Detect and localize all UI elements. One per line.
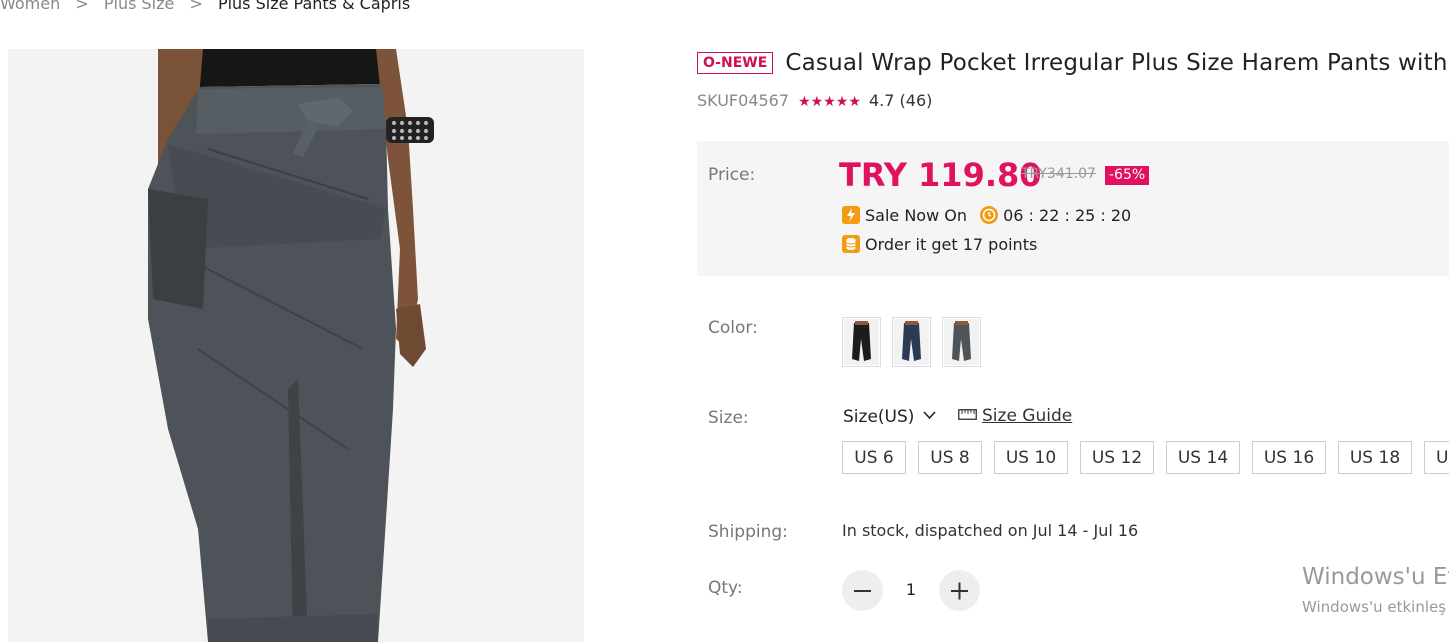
chevron-down-icon — [923, 405, 936, 425]
price-panel: Price: TRY 119.80 TRY341.07 -65% Sale No… — [697, 141, 1449, 276]
shipping-info: In stock, dispatched on Jul 14 - Jul 16 — [842, 521, 1139, 540]
lightning-icon — [842, 206, 860, 224]
sale-label: Sale Now On — [865, 206, 967, 225]
breadcrumb: Women > Plus Size > Plus Size Pants & Ca… — [0, 0, 410, 13]
color-swatch-dark-gray[interactable] — [942, 317, 981, 367]
color-label: Color: — [708, 318, 758, 338]
price-label: Price: — [708, 165, 756, 185]
breadcrumb-item-women[interactable]: Women — [0, 0, 60, 13]
size-system-dropdown[interactable]: Size(US) — [843, 405, 936, 427]
size-guide-link[interactable]: Size Guide — [958, 405, 1072, 426]
color-swatch-navy[interactable] — [892, 317, 931, 367]
plus-icon — [951, 582, 968, 600]
size-option-us-8[interactable]: US 8 — [918, 441, 982, 474]
qty-label: Qty: — [708, 578, 743, 598]
points-text: Order it get 17 points — [865, 235, 1038, 254]
original-price: TRY341.07 — [1021, 166, 1096, 182]
size-label: Size: — [708, 408, 749, 428]
brand-badge[interactable]: O-NEWE — [697, 52, 774, 74]
qty-increase-button[interactable] — [939, 570, 980, 611]
sale-row: Sale Now On 06 : 22 : 25 : 20 — [842, 206, 1131, 225]
product-image[interactable] — [8, 49, 584, 642]
size-option-us-16[interactable]: US 16 — [1252, 441, 1326, 474]
rating-stars[interactable]: ★★★★★ — [798, 94, 861, 110]
discount-badge: -65% — [1105, 166, 1150, 185]
size-option-us-10[interactable]: US 10 — [994, 441, 1068, 474]
breadcrumb-separator: > — [75, 0, 89, 13]
breadcrumb-separator: > — [189, 0, 203, 13]
size-option-us-20[interactable]: US 20 — [1424, 441, 1449, 474]
size-option-us-6[interactable]: US 6 — [842, 441, 906, 474]
clock-icon — [980, 206, 999, 224]
windows-activation-watermark-title: Windows'u Et — [1302, 564, 1449, 590]
current-price: TRY 119.80 — [839, 156, 1042, 194]
qty-decrease-button[interactable] — [842, 570, 883, 611]
coins-icon — [842, 235, 860, 253]
size-guide-label: Size Guide — [982, 406, 1073, 426]
countdown-timer: 06 : 22 : 25 : 20 — [1003, 206, 1132, 225]
breadcrumb-item-plus-size[interactable]: Plus Size — [104, 0, 175, 13]
color-swatch-black[interactable] — [842, 317, 881, 367]
qty-value[interactable]: 1 — [898, 580, 924, 599]
windows-activation-watermark-subtitle: Windows'u etkinleş — [1302, 598, 1447, 616]
rating-summary[interactable]: 4.7 (46) — [869, 91, 932, 110]
product-title: Casual Wrap Pocket Irregular Plus Size H… — [785, 50, 1448, 76]
minus-icon — [854, 590, 871, 592]
breadcrumb-item-current[interactable]: Plus Size Pants & Capris — [218, 0, 410, 13]
shipping-label: Shipping: — [708, 522, 788, 542]
size-system-value: Size(US) — [843, 407, 915, 427]
size-option-us-14[interactable]: US 14 — [1166, 441, 1240, 474]
size-option-us-18[interactable]: US 18 — [1338, 441, 1412, 474]
size-option-us-12[interactable]: US 12 — [1080, 441, 1154, 474]
ruler-icon — [958, 405, 977, 425]
sku-code: SKUF04567 — [697, 91, 790, 110]
points-row: Order it get 17 points — [842, 235, 1037, 254]
product-title-row: O-NEWE Casual Wrap Pocket Irregular Plus… — [697, 50, 1448, 76]
sku-rating-row: SKUF04567 ★★★★★ 4.7 (46) — [697, 91, 932, 110]
